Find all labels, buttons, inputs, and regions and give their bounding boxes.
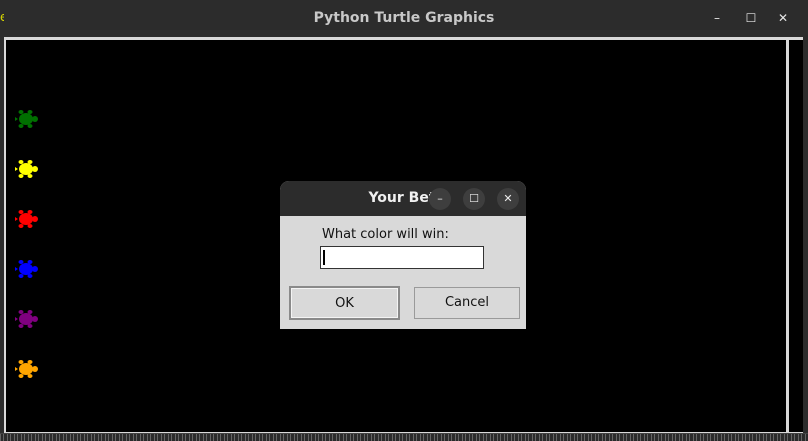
maximize-icon: ☐ xyxy=(469,192,479,205)
maximize-icon: ☐ xyxy=(745,11,757,25)
cancel-button[interactable]: Cancel xyxy=(414,287,520,319)
minimize-icon: – xyxy=(437,192,443,205)
turtle-icon xyxy=(15,310,38,328)
turtle-icon xyxy=(15,110,38,128)
turtle-icon xyxy=(15,210,38,228)
window-titlebar[interactable]: e Python Turtle Graphics – ☐ ✕ xyxy=(0,0,808,36)
close-icon: ✕ xyxy=(503,192,513,205)
bet-prompt-label: What color will win: xyxy=(322,227,449,242)
maximize-button[interactable]: ☐ xyxy=(742,10,760,26)
bet-color-input[interactable] xyxy=(320,246,484,269)
turtle-icon xyxy=(15,260,38,278)
dialog-close-button[interactable]: ✕ xyxy=(497,188,519,210)
dialog-maximize-button[interactable]: ☐ xyxy=(463,188,485,210)
turtle-icon xyxy=(15,360,38,378)
close-button[interactable]: ✕ xyxy=(774,10,792,26)
your-bet-dialog: Your Bet – ☐ ✕ What color will win: OK C… xyxy=(280,181,526,329)
minimize-button[interactable]: – xyxy=(708,10,726,26)
vertical-scrollbar[interactable] xyxy=(787,40,803,432)
close-icon: ✕ xyxy=(777,11,789,25)
minimize-icon: – xyxy=(714,11,720,25)
ok-button[interactable]: OK xyxy=(289,286,400,320)
dialog-titlebar[interactable]: Your Bet – ☐ ✕ xyxy=(280,181,526,216)
window-title: Python Turtle Graphics xyxy=(313,10,495,26)
dialog-minimize-button[interactable]: – xyxy=(429,188,451,210)
turtle-icon xyxy=(15,160,38,178)
text-caret xyxy=(323,250,325,265)
